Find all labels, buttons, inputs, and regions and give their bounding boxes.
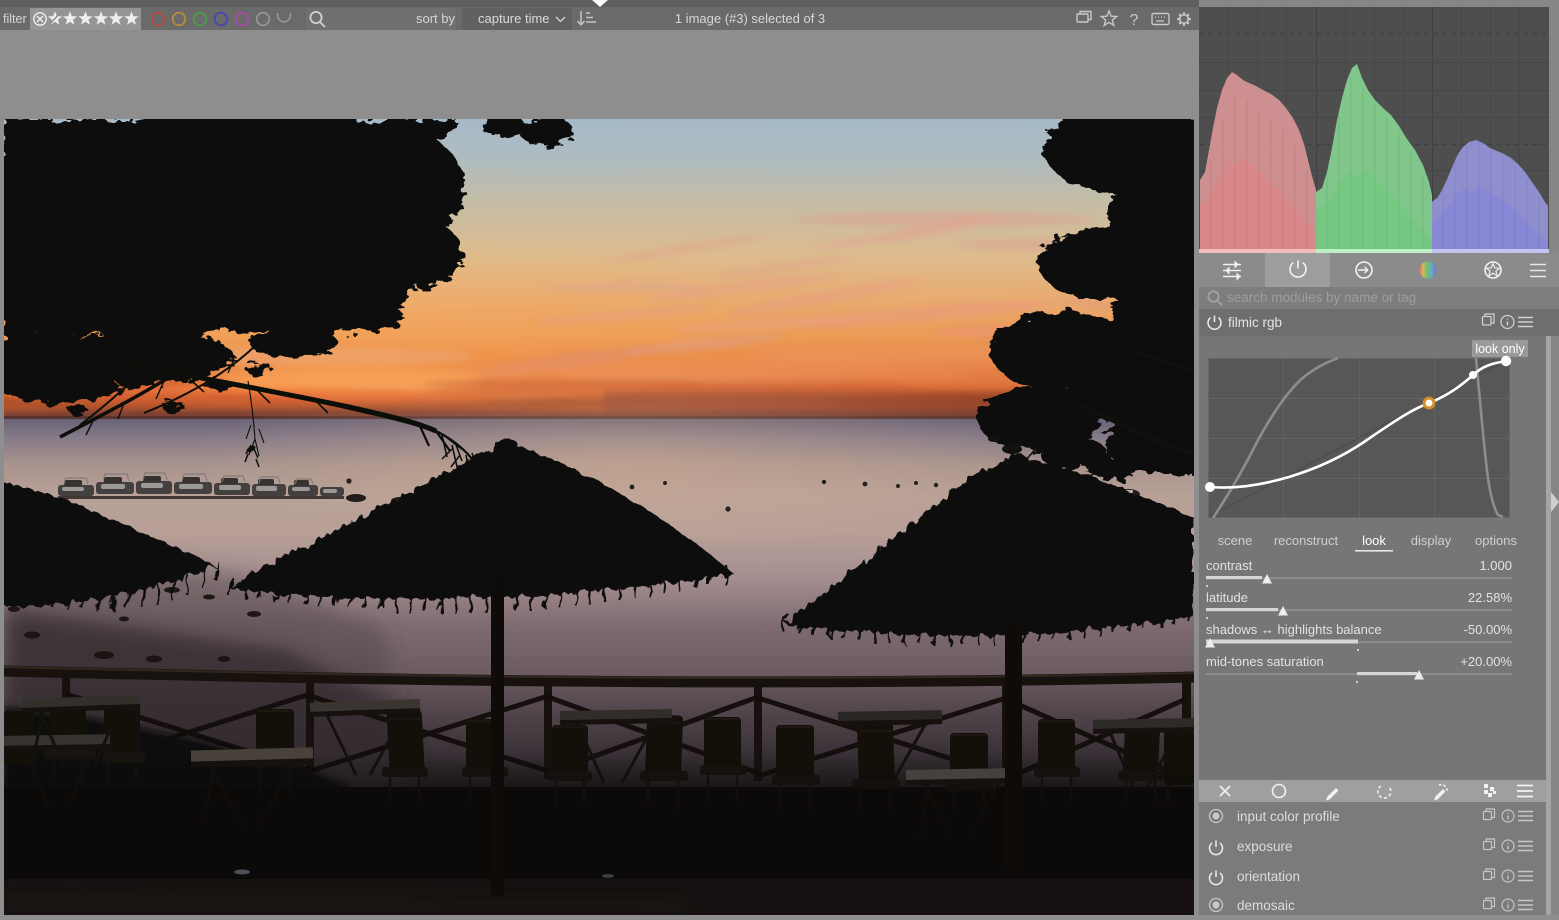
svg-text:reconstruct: reconstruct [1274, 533, 1339, 548]
svg-text:filter: filter [3, 12, 27, 26]
svg-text:1.000: 1.000 [1479, 558, 1512, 573]
svg-text:+20.00%: +20.00% [1460, 654, 1512, 669]
svg-text:latitude: latitude [1206, 590, 1248, 605]
svg-text:contrast: contrast [1206, 558, 1253, 573]
svg-text:filmic rgb: filmic rgb [1228, 315, 1282, 330]
svg-text:1 image (#3) selected of 3: 1 image (#3) selected of 3 [675, 11, 825, 26]
svg-text:look only: look only [1475, 342, 1525, 356]
svg-text:demosaic: demosaic [1237, 898, 1295, 913]
svg-text:display: display [1411, 533, 1452, 548]
svg-text:scene: scene [1218, 533, 1253, 548]
svg-text:look: look [1362, 533, 1386, 548]
svg-text:options: options [1475, 533, 1517, 548]
svg-text:capture time: capture time [478, 11, 550, 26]
svg-text:mid-tones saturation: mid-tones saturation [1206, 654, 1324, 669]
svg-text:-50.00%: -50.00% [1464, 622, 1513, 637]
svg-text:exposure: exposure [1237, 839, 1293, 854]
svg-text:shadows ↔ highlights balance: shadows ↔ highlights balance [1206, 622, 1382, 637]
svg-text:22.58%: 22.58% [1468, 590, 1513, 605]
svg-text:input color profile: input color profile [1237, 809, 1340, 824]
svg-text:orientation: orientation [1237, 869, 1300, 884]
svg-text:sort by: sort by [416, 11, 456, 26]
svg-text:search modules by name or tag: search modules by name or tag [1227, 290, 1416, 305]
svg-text:?: ? [1130, 12, 1139, 29]
